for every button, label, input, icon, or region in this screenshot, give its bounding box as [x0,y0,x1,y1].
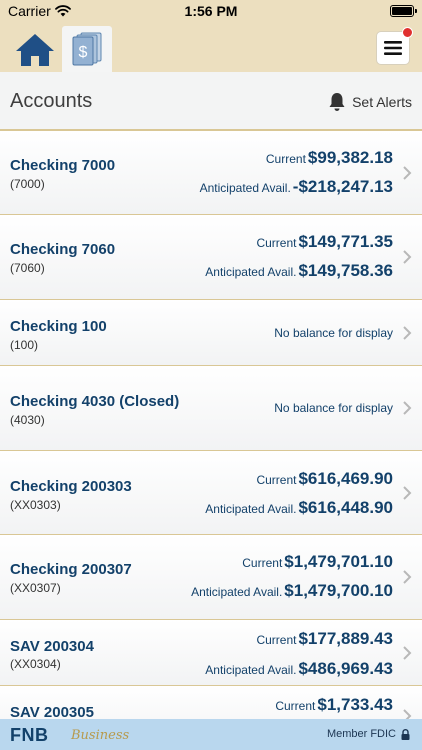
account-number: (XX0303) [10,498,61,512]
account-number: (100) [10,338,39,352]
home-icon [16,34,54,66]
anticipated-amount: $149,758.36 [298,261,393,280]
menu-button[interactable] [376,27,413,65]
chevron-right-icon [403,326,412,340]
current-amount: $1,479,701.10 [284,552,393,571]
account-name: Checking 7000 [10,157,116,174]
current-label: Current [265,152,306,166]
chevron-right-icon [403,250,412,264]
anticipated-balance: Anticipated Avail. $1,479,700.10 [191,581,393,601]
status-bar: Carrier 1:56 PM [0,0,422,22]
chevron-right-icon [403,166,412,180]
accounts-header: Accounts Set Alerts [0,72,422,131]
nav-bar: $ [0,22,422,72]
account-number: (4030) [10,413,45,427]
account-number: (XX0307) [10,581,61,595]
anticipated-balance: Anticipated Avail. $486,969.43 [205,659,393,679]
account-row[interactable]: SAV 200305 Current $1,733.43 [0,686,422,719]
account-row[interactable]: Checking 7000 (7000) Current $99,382.18 … [0,131,422,215]
account-row[interactable]: Checking 200303 (XX0303) Current $616,46… [0,451,422,535]
chevron-right-icon [403,709,412,719]
account-list: Checking 7000 (7000) Current $99,382.18 … [0,131,422,719]
footer: FNB Business Member FDIC [0,719,422,750]
account-row[interactable]: Checking 4030 (Closed) (4030) No balance… [0,366,422,451]
wifi-icon [54,5,71,17]
current-balance: Current $1,479,701.10 [242,552,393,572]
set-alerts-button[interactable]: Set Alerts [328,92,412,112]
current-label: Current [275,699,316,713]
account-number: (XX0304) [10,657,61,671]
anticipated-amount: -$218,247.13 [292,177,393,196]
bell-icon [329,93,345,111]
account-name: SAV 200304 [10,638,94,655]
chevron-right-icon [403,646,412,660]
current-label: Current [242,556,283,570]
current-balance: Current $149,771.35 [256,232,393,252]
account-name: SAV 200305 [10,704,94,719]
anticipated-amount: $1,479,700.10 [284,581,393,600]
account-name: Checking 7060 [10,241,116,258]
account-name: Checking 200307 [10,561,132,578]
account-row[interactable]: Checking 7060 (7060) Current $149,771.35… [0,215,422,300]
anticipated-balance: Anticipated Avail. -$218,247.13 [200,177,393,197]
dollar-bills-icon: $ [72,32,102,66]
lock-icon [401,728,410,740]
carrier-label: Carrier [8,3,51,19]
fnb-logo-subtitle: Business [71,728,130,743]
battery-icon [390,5,417,17]
account-number: (7060) [10,261,45,275]
current-label: Current [256,236,297,250]
carrier-indicator: Carrier [8,3,71,19]
anticipated-balance: Anticipated Avail. $616,448.90 [205,498,393,518]
current-amount: $177,889.43 [298,629,393,648]
svg-text:$: $ [79,44,88,61]
current-amount: $616,469.90 [298,469,393,488]
current-amount: $1,733.43 [317,695,393,714]
account-row[interactable]: SAV 200304 (XX0304) Current $177,889.43 … [0,620,422,686]
account-number: (7000) [10,177,45,191]
anticipated-label: Anticipated Avail. [199,181,291,195]
member-fdic: Member FDIC [327,728,410,740]
account-name: Checking 100 [10,318,107,335]
current-amount: $99,382.18 [307,148,393,167]
anticipated-balance: Anticipated Avail. $149,758.36 [205,261,393,281]
current-amount: $149,771.35 [298,232,393,251]
anticipated-amount: $616,448.90 [298,498,393,517]
chevron-right-icon [403,401,412,415]
current-balance: Current $616,469.90 [256,469,393,489]
current-balance: Current $99,382.18 [266,148,393,168]
account-row[interactable]: Checking 200307 (XX0307) Current $1,479,… [0,535,422,620]
anticipated-label: Anticipated Avail. [205,265,297,279]
current-balance: Current $1,733.43 [275,695,393,715]
set-alerts-label: Set Alerts [352,94,412,110]
home-button[interactable] [14,32,56,68]
current-label: Current [256,473,297,487]
account-name: Checking 4030 (Closed) [10,393,180,410]
notification-badge [402,27,413,38]
current-label: Current [256,633,297,647]
no-balance-text: No balance for display [274,401,393,415]
chevron-right-icon [403,486,412,500]
member-fdic-label: Member FDIC [326,728,396,740]
current-balance: Current $177,889.43 [256,629,393,649]
no-balance-text: No balance for display [274,326,393,340]
chevron-right-icon [403,570,412,584]
anticipated-amount: $486,969.43 [298,659,393,678]
anticipated-label: Anticipated Avail. [191,585,283,599]
account-name: Checking 200303 [10,478,132,495]
accounts-tab[interactable]: $ [62,26,112,72]
fnb-logo: FNB [10,725,49,745]
anticipated-label: Anticipated Avail. [205,663,297,677]
page-title: Accounts [10,90,93,112]
account-row[interactable]: Checking 100 (100) No balance for displa… [0,300,422,366]
hamburger-icon [384,41,402,55]
anticipated-label: Anticipated Avail. [205,502,297,516]
